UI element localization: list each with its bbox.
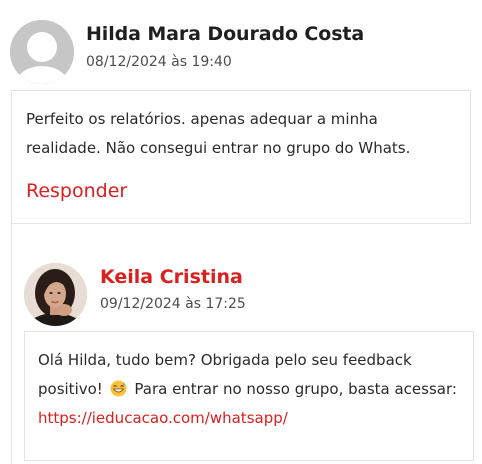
comment-text: Perfeito os relatórios. apenas adequar a…: [26, 110, 411, 157]
comment-author-name: Hilda Mara Dourado Costa: [86, 23, 365, 45]
comment-date-link[interactable]: 08/12/2024 às 19:40: [86, 54, 232, 70]
grinning-sweat-face-icon: [110, 380, 127, 397]
comment-content-box: Perfeito os relatórios. apenas adequar a…: [11, 90, 471, 224]
user-photo-avatar: [24, 263, 87, 326]
comment-text: Olá Hilda, tudo bem? Obrigada pelo seu f…: [38, 346, 458, 433]
comment-text-part: Para entrar no nosso grupo, basta acessa…: [134, 380, 457, 398]
comment-content-box: Olá Hilda, tudo bem? Obrigada pelo seu f…: [24, 331, 474, 461]
whatsapp-group-link[interactable]: https://ieducacao.com/whatsapp/: [38, 409, 288, 427]
default-user-avatar-icon: [10, 20, 74, 84]
comment-author-name[interactable]: Keila Cristina: [100, 266, 243, 288]
reply-link[interactable]: Responder: [26, 180, 127, 202]
comment-date-link[interactable]: 09/12/2024 às 17:25: [100, 296, 246, 312]
